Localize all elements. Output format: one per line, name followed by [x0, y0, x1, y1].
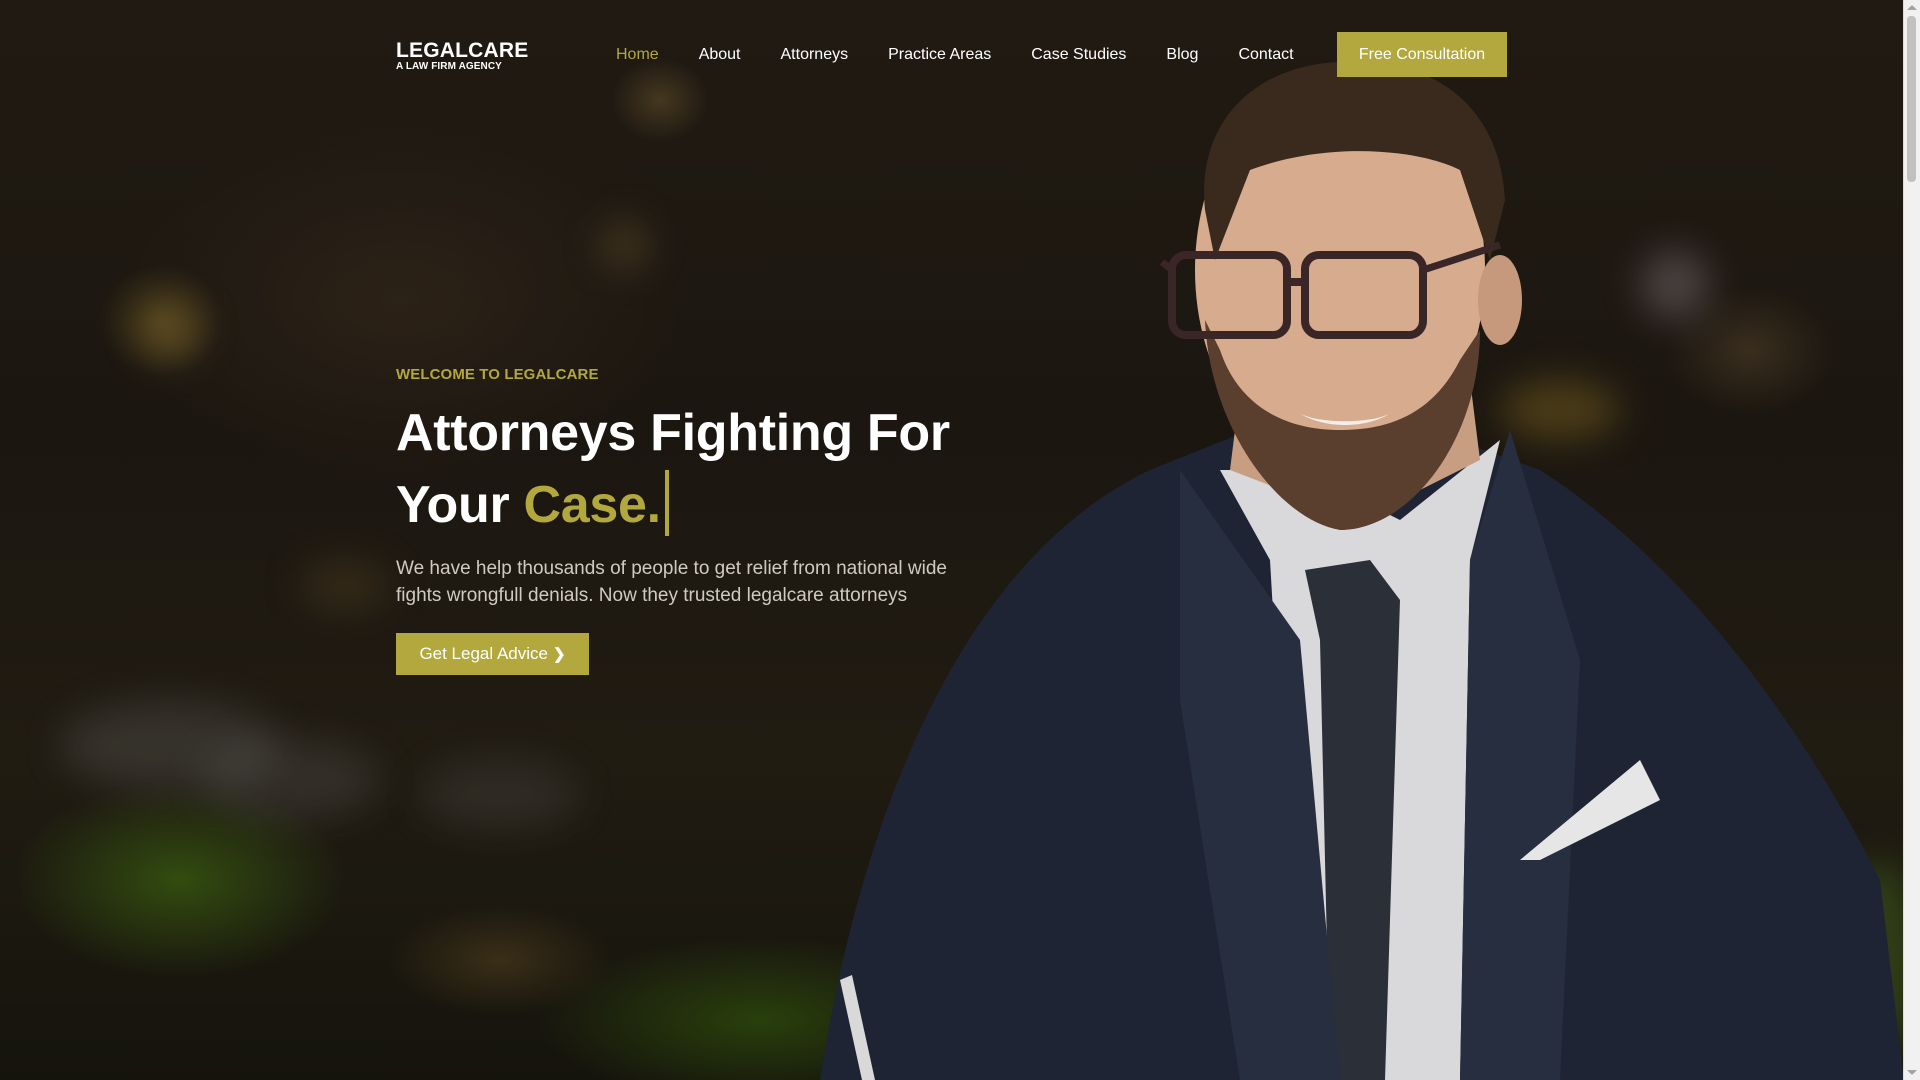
scroll-down-arrow-icon[interactable]: [1907, 1070, 1917, 1075]
site-header: LEGALCARE A LAW FIRM AGENCY Home About A…: [0, 0, 1904, 110]
page-scrollbar[interactable]: [1903, 0, 1920, 1080]
typing-cursor: [664, 470, 669, 536]
scroll-up-arrow-icon[interactable]: [1907, 5, 1917, 10]
hero-content: WELCOME TO LEGALCARE Attorneys Fighting …: [396, 366, 996, 675]
nav-item-home[interactable]: Home: [616, 46, 659, 64]
headline-line-1: Attorneys Fighting For: [396, 404, 950, 462]
headline-line-2-prefix: Your: [396, 476, 524, 534]
nav-item-contact[interactable]: Contact: [1238, 46, 1293, 64]
brand-tagline: A LAW FIRM AGENCY: [396, 61, 502, 72]
hero-description: We have help thousands of people to get …: [396, 558, 947, 606]
get-legal-advice-label: Get Legal Advice: [419, 644, 548, 663]
nav-item-about[interactable]: About: [699, 46, 741, 64]
free-consultation-button[interactable]: Free Consultation: [1337, 32, 1507, 77]
brand-logo[interactable]: LEGALCARE A LAW FIRM AGENCY: [396, 40, 528, 72]
nav-item-blog[interactable]: Blog: [1166, 46, 1198, 64]
get-legal-advice-button[interactable]: Get Legal Advice ❯: [396, 633, 589, 675]
chevron-right-icon: ❯: [552, 646, 566, 663]
brand-name: LEGALCARE: [396, 39, 529, 62]
hero-eyebrow: WELCOME TO LEGALCARE: [396, 366, 599, 383]
scroll-thumb[interactable]: [1907, 16, 1916, 182]
nav-item-case-studies[interactable]: Case Studies: [1031, 46, 1126, 64]
hero-headline: Attorneys Fighting For Your Case.: [396, 397, 996, 541]
headline-highlight: Case.: [523, 476, 662, 534]
nav-item-attorneys[interactable]: Attorneys: [781, 46, 849, 64]
main-nav: Home About Attorneys Practice Areas Case…: [600, 32, 1334, 77]
nav-item-practice-areas[interactable]: Practice Areas: [888, 46, 991, 64]
